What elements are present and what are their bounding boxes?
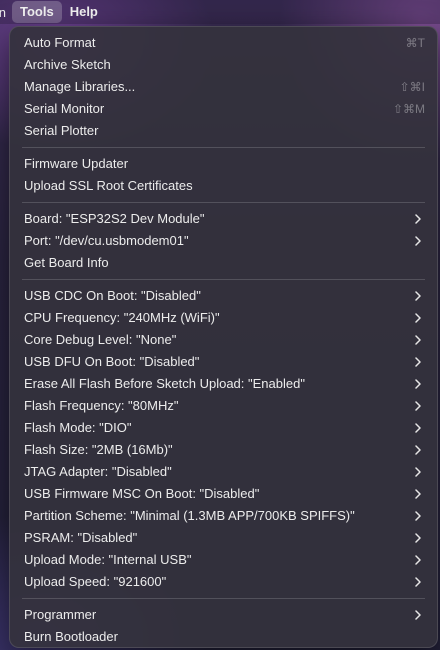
menu-item-core-debug-level[interactable]: Core Debug Level: "None" — [10, 329, 437, 351]
menu-item-label: Archive Sketch — [24, 57, 111, 72]
menu-item-label: Programmer — [24, 607, 97, 622]
chevron-right-icon — [415, 555, 421, 565]
menu-item-label: Burn Bootloader — [24, 629, 118, 644]
menu-item-label: Serial Monitor — [24, 101, 105, 116]
menu-item-serial-monitor[interactable]: Serial Monitor ⇧⌘M — [10, 98, 437, 120]
menu-item-label: USB DFU On Boot: "Disabled" — [24, 354, 200, 369]
menu-item-label: Serial Plotter — [24, 123, 99, 138]
menu-item-label: CPU Frequency: "240MHz (WiFi)" — [24, 310, 220, 325]
menu-item-flash-size[interactable]: Flash Size: "2MB (16Mb)" — [10, 439, 437, 461]
menu-item-board[interactable]: Board: "ESP32S2 Dev Module" — [10, 208, 437, 230]
menu-item-label: Upload SSL Root Certificates — [24, 178, 193, 193]
menu-item-label: Get Board Info — [24, 255, 109, 270]
chevron-right-icon — [415, 214, 421, 224]
chevron-right-icon — [415, 511, 421, 521]
menu-item-label: Flash Mode: "DIO" — [24, 420, 132, 435]
chevron-right-icon — [415, 577, 421, 587]
menu-item-upload-ssl-root-certificates[interactable]: Upload SSL Root Certificates — [10, 175, 437, 197]
menu-item-label: Firmware Updater — [24, 156, 129, 171]
menu-item-usb-firmware-msc-on-boot[interactable]: USB Firmware MSC On Boot: "Disabled" — [10, 483, 437, 505]
menu-item-serial-plotter[interactable]: Serial Plotter — [10, 120, 437, 142]
menu-item-label: Manage Libraries... — [24, 79, 136, 94]
menu-item-label: PSRAM: "Disabled" — [24, 530, 138, 545]
menu-item-label: JTAG Adapter: "Disabled" — [24, 464, 172, 479]
menubar-item-tools[interactable]: Tools — [12, 1, 62, 23]
menu-item-label: Port: "/dev/cu.usbmodem01" — [24, 233, 189, 248]
menu-item-label: Flash Size: "2MB (16Mb)" — [24, 442, 173, 457]
menu-item-upload-mode[interactable]: Upload Mode: "Internal USB" — [10, 549, 437, 571]
keyboard-shortcut: ⇧⌘I — [399, 80, 425, 94]
chevron-right-icon — [415, 313, 421, 323]
chevron-right-icon — [415, 291, 421, 301]
menu-item-label: Upload Speed: "921600" — [24, 574, 167, 589]
menu-separator — [22, 202, 425, 203]
menu-item-upload-speed[interactable]: Upload Speed: "921600" — [10, 571, 437, 593]
menu-item-get-board-info[interactable]: Get Board Info — [10, 252, 437, 274]
chevron-right-icon — [415, 489, 421, 499]
menu-item-label: USB CDC On Boot: "Disabled" — [24, 288, 201, 303]
keyboard-shortcut: ⇧⌘M — [392, 102, 425, 116]
chevron-right-icon — [415, 357, 421, 367]
menu-item-label: Board: "ESP32S2 Dev Module" — [24, 211, 205, 226]
chevron-right-icon — [415, 401, 421, 411]
chevron-right-icon — [415, 610, 421, 620]
menubar-item-help[interactable]: Help — [62, 1, 106, 23]
chevron-right-icon — [415, 423, 421, 433]
menu-item-auto-format[interactable]: Auto Format ⌘T — [10, 32, 437, 54]
menu-item-label: Flash Frequency: "80MHz" — [24, 398, 179, 413]
chevron-right-icon — [415, 379, 421, 389]
menu-item-archive-sketch[interactable]: Archive Sketch — [10, 54, 437, 76]
chevron-right-icon — [415, 533, 421, 543]
menu-item-label: USB Firmware MSC On Boot: "Disabled" — [24, 486, 260, 501]
menu-item-burn-bootloader[interactable]: Burn Bootloader — [10, 626, 437, 648]
menu-item-jtag-adapter[interactable]: JTAG Adapter: "Disabled" — [10, 461, 437, 483]
menu-item-port[interactable]: Port: "/dev/cu.usbmodem01" — [10, 230, 437, 252]
menu-separator — [22, 147, 425, 148]
menu-bar: n Tools Help — [0, 0, 440, 24]
menu-item-cpu-frequency[interactable]: CPU Frequency: "240MHz (WiFi)" — [10, 307, 437, 329]
tools-dropdown-menu: Auto Format ⌘T Archive Sketch Manage Librar… — [9, 26, 438, 648]
menu-item-usb-dfu-on-boot[interactable]: USB DFU On Boot: "Disabled" — [10, 351, 437, 373]
menu-item-label: Erase All Flash Before Sketch Upload: "E… — [24, 376, 305, 391]
menu-item-partition-scheme[interactable]: Partition Scheme: "Minimal (1.3MB APP/70… — [10, 505, 437, 527]
menu-item-flash-mode[interactable]: Flash Mode: "DIO" — [10, 417, 437, 439]
chevron-right-icon — [415, 467, 421, 477]
menu-separator — [22, 279, 425, 280]
menu-item-label: Partition Scheme: "Minimal (1.3MB APP/70… — [24, 508, 355, 523]
menu-item-label: Upload Mode: "Internal USB" — [24, 552, 192, 567]
chevron-right-icon — [415, 236, 421, 246]
menu-item-firmware-updater[interactable]: Firmware Updater — [10, 153, 437, 175]
chevron-right-icon — [415, 335, 421, 345]
keyboard-shortcut: ⌘T — [405, 36, 425, 50]
menu-item-usb-cdc-on-boot[interactable]: USB CDC On Boot: "Disabled" — [10, 285, 437, 307]
menu-item-programmer[interactable]: Programmer — [10, 604, 437, 626]
menubar-item-clipped[interactable]: n — [0, 0, 6, 24]
menu-item-flash-frequency[interactable]: Flash Frequency: "80MHz" — [10, 395, 437, 417]
menu-item-manage-libraries[interactable]: Manage Libraries... ⇧⌘I — [10, 76, 437, 98]
chevron-right-icon — [415, 445, 421, 455]
menu-separator — [22, 598, 425, 599]
menu-item-label: Core Debug Level: "None" — [24, 332, 177, 347]
menu-item-label: Auto Format — [24, 35, 96, 50]
menu-item-erase-all-flash-before-sketch-upload[interactable]: Erase All Flash Before Sketch Upload: "E… — [10, 373, 437, 395]
menu-item-psram[interactable]: PSRAM: "Disabled" — [10, 527, 437, 549]
